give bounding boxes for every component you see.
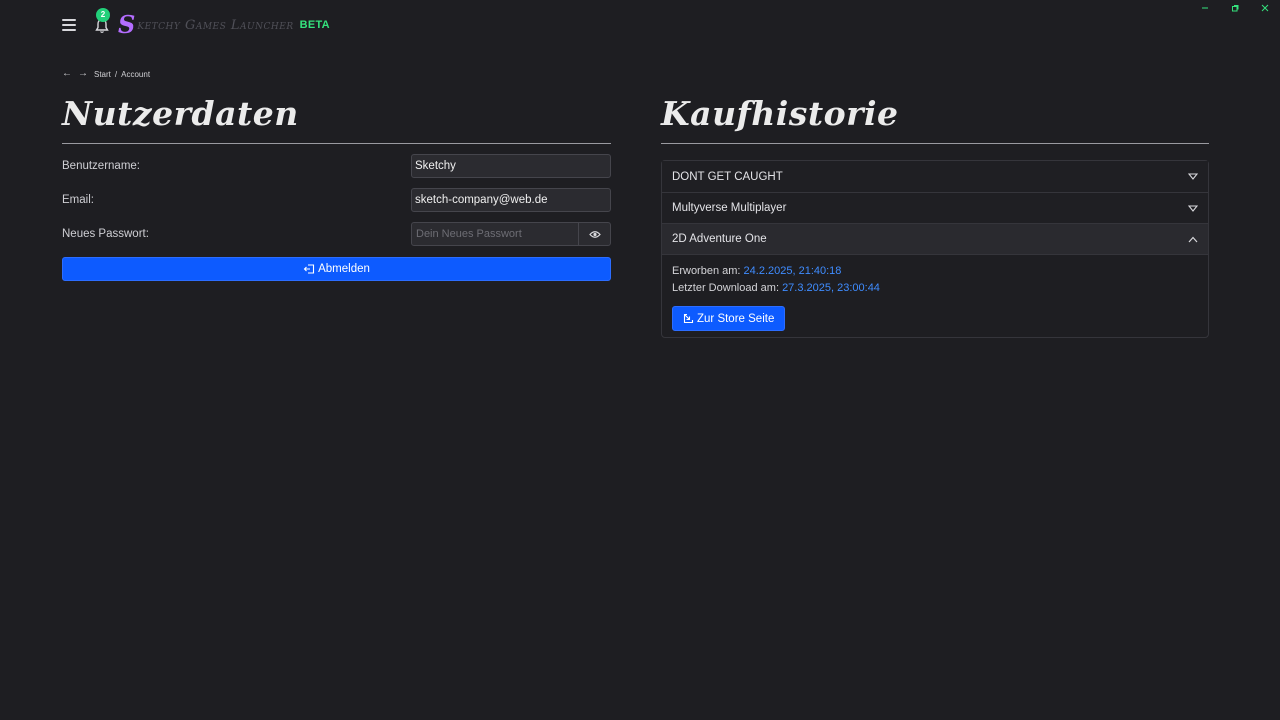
show-password-button[interactable] (578, 223, 610, 245)
password-label: Neues Passwort: (62, 228, 149, 240)
arrow-right-icon[interactable]: → (78, 69, 88, 79)
last-download-label: Letzter Download am: (672, 282, 779, 294)
maximize-icon (1232, 5, 1239, 12)
chevron-up-icon (1188, 236, 1198, 242)
logout-icon (303, 264, 315, 274)
chevron-down-icon (1188, 173, 1198, 180)
logo-text: ketchy Games Launcher (137, 17, 294, 33)
logout-label: Abmelden (318, 263, 370, 275)
username-field[interactable]: Sketchy (411, 154, 611, 178)
email-row: Email: sketch-company@web.de (62, 188, 611, 212)
app-logo: S ketchy Games Launcher BETA (118, 13, 330, 37)
close-button[interactable] (1250, 0, 1280, 16)
logout-button[interactable]: Abmelden (62, 257, 611, 281)
purchase-history-heading: Kaufhistorie (661, 92, 1209, 144)
window-controls (1190, 0, 1280, 16)
chevron-down-icon (1188, 204, 1198, 212)
external-link-icon (683, 313, 694, 324)
username-row: Benutzername: Sketchy (62, 154, 611, 178)
breadcrumb: ← → Start / Account (62, 69, 150, 79)
password-row: Neues Passwort: Dein Neues Passwort (62, 222, 611, 246)
store-page-button[interactable]: Zur Store Seite (672, 306, 786, 331)
close-icon (1261, 4, 1269, 12)
minimize-button[interactable] (1190, 0, 1220, 16)
purchase-item-title: 2D Adventure One (672, 233, 767, 245)
email-field[interactable]: sketch-company@web.de (411, 188, 611, 212)
notification-badge: 2 (96, 8, 110, 22)
arrow-left-icon[interactable]: ← (62, 69, 72, 79)
purchase-item-dont-get-caught[interactable]: DONT GET CAUGHT (662, 161, 1208, 192)
acquired-line: Erworben am: 24.2.2025, 21:40:18 (672, 263, 1198, 280)
password-field[interactable]: Dein Neues Passwort (412, 223, 578, 245)
breadcrumb-account: Account (121, 69, 151, 79)
purchase-item-title: DONT GET CAUGHT (672, 170, 783, 183)
menu-icon[interactable] (62, 19, 76, 31)
last-download-line: Letzter Download am: 27.3.2025, 23:00:44 (672, 280, 1198, 297)
acquired-date: 24.2.2025, 21:40:18 (743, 265, 842, 277)
logo-initial: S (118, 10, 136, 39)
purchase-history-section: Kaufhistorie DONT GET CAUGHT Multyverse … (661, 92, 1209, 338)
email-label: Email: (62, 194, 94, 206)
purchase-accordion: DONT GET CAUGHT Multyverse Multiplayer 2… (661, 160, 1209, 338)
password-group: Dein Neues Passwort (411, 222, 611, 246)
purchase-item-title: Multyverse Multiplayer (672, 202, 787, 214)
eye-icon (588, 230, 601, 238)
acquired-label: Erworben am: (672, 265, 741, 277)
minimize-icon (1202, 7, 1208, 9)
purchase-item-2d-adventure-one[interactable]: 2D Adventure One (662, 223, 1208, 254)
breadcrumb-separator: / (114, 69, 118, 79)
user-data-heading: Nutzerdaten (62, 92, 611, 144)
notifications-button[interactable]: 2 (94, 8, 110, 34)
user-data-section: Nutzerdaten Benutzername: Sketchy Email:… (62, 92, 611, 281)
username-label: Benutzername: (62, 160, 140, 172)
maximize-button[interactable] (1220, 0, 1250, 16)
top-bar: 2 S ketchy Games Launcher BETA (62, 8, 330, 40)
purchase-item-details: Erworben am: 24.2.2025, 21:40:18 Letzter… (662, 254, 1208, 337)
beta-badge: BETA (299, 19, 330, 31)
breadcrumb-start[interactable]: Start (94, 70, 111, 79)
last-download-date: 27.3.2025, 23:00:44 (782, 282, 880, 294)
purchase-item-multyverse-multiplayer[interactable]: Multyverse Multiplayer (662, 192, 1208, 223)
store-page-label: Zur Store Seite (697, 312, 775, 325)
